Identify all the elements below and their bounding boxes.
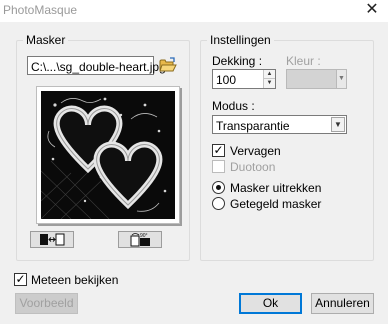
mode-label: Modus : xyxy=(212,99,255,113)
window-title: PhotoMasque xyxy=(3,3,78,17)
opacity-value: 100 xyxy=(216,73,237,87)
double-heart-mask-image xyxy=(41,91,175,219)
stretch-mask-label: Masker uitrekken xyxy=(230,181,322,195)
svg-text:90°: 90° xyxy=(140,233,148,239)
swap-mask-button[interactable] xyxy=(30,231,74,248)
tile-mask-radio[interactable] xyxy=(212,197,225,210)
masker-group-title: Masker xyxy=(23,33,69,47)
mode-select[interactable]: Transparantie ▼ xyxy=(212,115,347,134)
stretch-mask-radio[interactable] xyxy=(212,181,225,194)
checkmark-icon: ✓ xyxy=(213,143,224,157)
chevron-down-icon[interactable]: ▼ xyxy=(331,117,345,132)
opacity-spinner[interactable]: 100 ▲ ▼ xyxy=(212,69,276,89)
spin-up-icon[interactable]: ▲ xyxy=(263,70,275,79)
cancel-button[interactable]: Annuleren xyxy=(311,293,374,314)
photomasque-dialog: PhotoMasque ✕ Masker C:\...\sg_double-he… xyxy=(0,0,388,324)
rotate-90-icon: 90° xyxy=(130,233,150,247)
duotone-checkbox[interactable] xyxy=(212,160,225,173)
close-icon[interactable]: ✕ xyxy=(362,1,382,19)
live-preview-checkbox[interactable]: ✓ xyxy=(14,273,27,286)
spin-down-icon[interactable]: ▼ xyxy=(263,79,275,88)
mask-file-path: C:\...\sg_double-heart.jpg xyxy=(31,60,166,74)
fade-label: Vervagen xyxy=(230,144,281,158)
tile-mask-label: Getegeld masker xyxy=(230,197,322,211)
live-preview-label: Meteen bekijken xyxy=(31,273,119,287)
opacity-label: Dekking : xyxy=(212,54,263,68)
mask-preview xyxy=(36,86,180,224)
color-label: Kleur : xyxy=(286,54,321,68)
rotate-mask-button[interactable]: 90° xyxy=(118,231,162,248)
open-folder-icon[interactable] xyxy=(159,56,177,74)
settings-group-title: Instellingen xyxy=(207,33,274,47)
masker-group: Masker C:\...\sg_double-heart.jpg 90° xyxy=(16,33,190,261)
mask-file-field[interactable]: C:\...\sg_double-heart.jpg xyxy=(27,56,166,75)
swap-colors-icon xyxy=(40,233,65,246)
settings-group: Instellingen Dekking : Kleur : 100 ▲ ▼ ▼… xyxy=(200,33,374,261)
chevron-down-icon: ▼ xyxy=(336,69,347,89)
checkmark-icon: ✓ xyxy=(15,272,26,286)
mode-value: Transparantie xyxy=(216,119,290,133)
preview-button[interactable]: Voorbeeld xyxy=(15,293,78,314)
duotone-label: Duotoon xyxy=(230,160,276,174)
title-bar: PhotoMasque ✕ xyxy=(0,0,388,22)
ok-button[interactable]: Ok xyxy=(239,293,302,314)
fade-checkbox[interactable]: ✓ xyxy=(212,144,225,157)
